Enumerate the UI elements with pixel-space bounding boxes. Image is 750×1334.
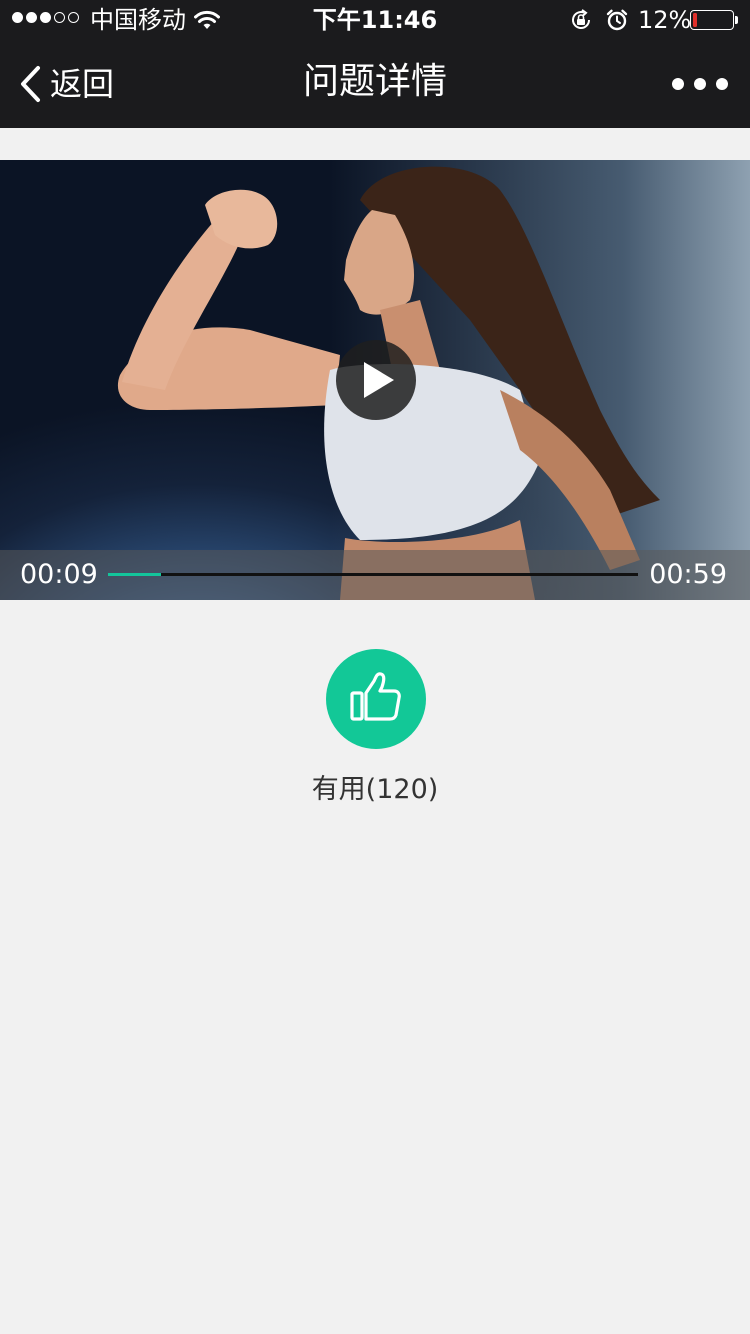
page-title: 问题详情 (302, 61, 447, 102)
more-dot (672, 78, 684, 90)
more-options-button[interactable] (672, 70, 728, 98)
status-bar: 中国移动 下午11:46 12% (0, 0, 750, 40)
total-duration: 00:59 (649, 559, 727, 590)
video-player[interactable]: 00:09 00:59 (0, 160, 750, 600)
battery-percent: 12% (638, 6, 692, 34)
rotation-lock-icon (572, 9, 590, 29)
battery-tip (735, 16, 738, 24)
more-dot (716, 78, 728, 90)
video-controls: 00:09 00:59 (0, 550, 750, 600)
top-bar: 中国移动 下午11:46 12% 返回 问题详情 (0, 0, 750, 128)
battery-level (693, 13, 697, 27)
more-dot (694, 78, 706, 90)
like-button[interactable] (326, 649, 426, 749)
play-icon (364, 362, 394, 398)
battery-icon (690, 10, 734, 30)
progress-fill (108, 573, 161, 576)
like-count-label: 有用(120) (311, 774, 439, 805)
progress-bar[interactable] (108, 573, 638, 576)
play-button[interactable] (336, 340, 416, 420)
current-time: 00:09 (20, 559, 98, 590)
alarm-icon (606, 9, 628, 31)
navigation-bar: 返回 问题详情 (0, 40, 750, 128)
thumbs-up-icon (350, 672, 401, 721)
